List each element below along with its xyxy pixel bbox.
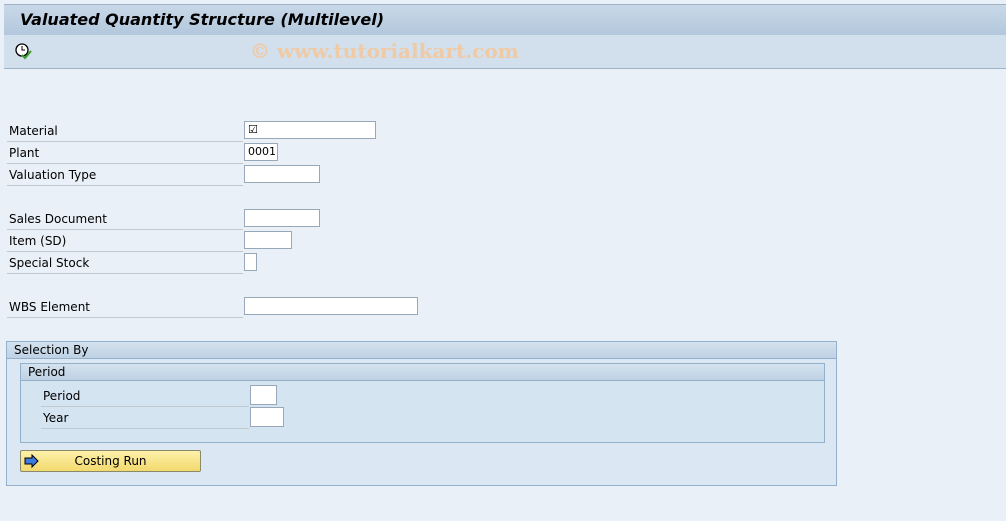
title-bar: Valuated Quantity Structure (Multilevel) [4, 4, 1006, 36]
plant-label: Plant [7, 143, 243, 164]
toolbar: © www.tutorialkart.com [4, 35, 1006, 69]
costing-run-label: Costing Run [74, 454, 147, 468]
wbs-element-input[interactable] [244, 297, 418, 315]
costing-run-button[interactable]: Costing Run [20, 450, 201, 472]
year-label: Year [41, 408, 249, 429]
plant-input[interactable]: 0001 [244, 143, 278, 161]
special-stock-input[interactable] [244, 253, 257, 271]
required-check-icon: ☑ [248, 123, 258, 136]
execute-icon[interactable] [14, 42, 32, 60]
selection-by-group: Selection By Period Period Year Costing … [6, 341, 837, 486]
period-label: Period [41, 386, 249, 407]
period-group-header: Period [21, 364, 824, 381]
sales-document-input[interactable] [244, 209, 320, 227]
material-input[interactable]: ☑ [244, 121, 376, 139]
period-input[interactable] [250, 385, 277, 405]
item-sd-input[interactable] [244, 231, 292, 249]
special-stock-label: Special Stock [7, 253, 243, 274]
material-label: Material [7, 121, 243, 142]
wbs-element-label: WBS Element [7, 297, 243, 318]
page-title: Valuated Quantity Structure (Multilevel) [20, 10, 385, 29]
sales-document-label: Sales Document [7, 209, 243, 230]
valuation-type-input[interactable] [244, 165, 320, 183]
item-sd-label: Item (SD) [7, 231, 243, 252]
period-group: Period Period Year [20, 363, 825, 443]
selection-by-header: Selection By [7, 342, 836, 359]
valuation-type-label: Valuation Type [7, 165, 243, 186]
watermark: © www.tutorialkart.com [250, 39, 519, 63]
year-input[interactable] [250, 407, 284, 427]
